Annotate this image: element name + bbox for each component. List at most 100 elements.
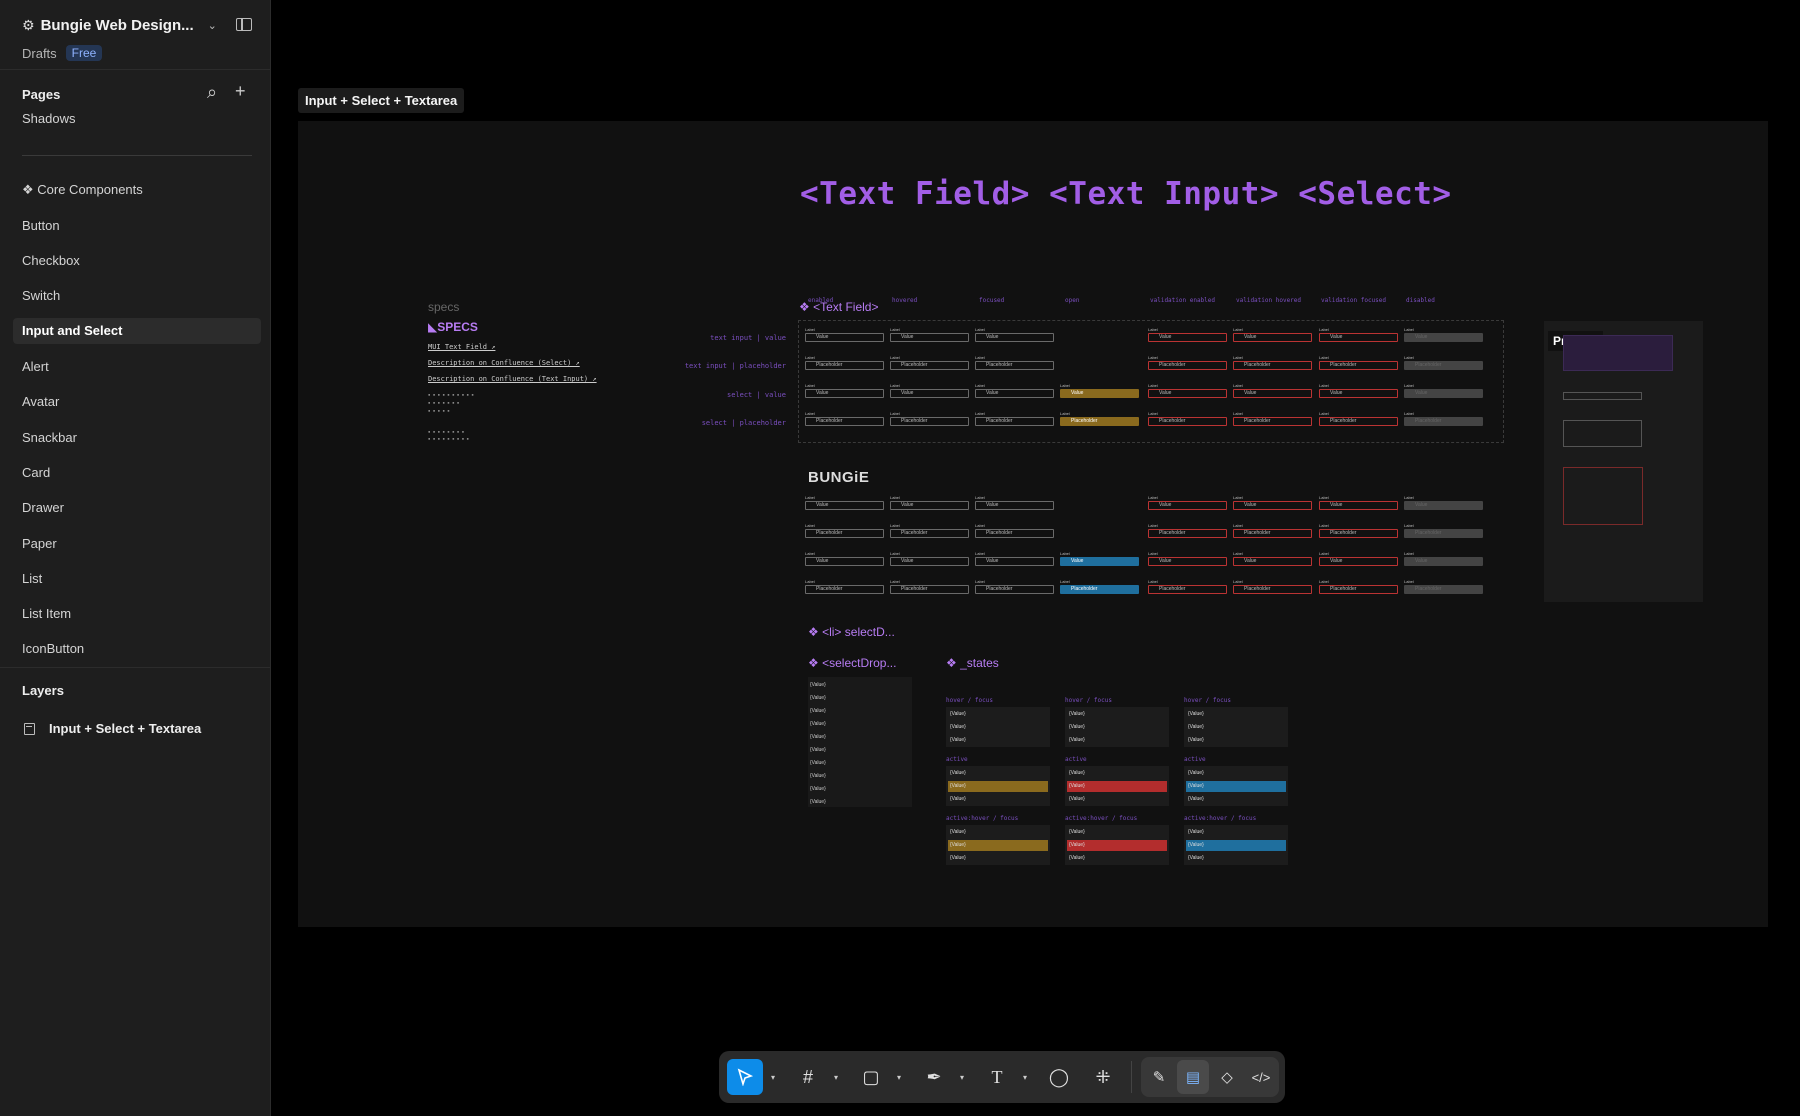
page-item-alert[interactable]: Alert xyxy=(13,354,261,380)
dropdown-item[interactable]: {Value} xyxy=(810,799,826,805)
state-item[interactable]: {Value} xyxy=(948,709,1048,720)
frame-label[interactable]: Input + Select + Textarea xyxy=(298,88,465,113)
mini-field: Value xyxy=(1319,501,1398,510)
li-select-dropdown-title[interactable]: ❖ <li> selectD... xyxy=(808,625,895,639)
text-tool-button[interactable]: T xyxy=(979,1059,1015,1095)
mini-field-label: Label xyxy=(1319,411,1329,416)
state-item[interactable]: {Value} xyxy=(1186,827,1286,838)
state-item[interactable]: {Value} xyxy=(1067,827,1167,838)
mini-field-label: Label xyxy=(1233,523,1243,528)
page-item-input-and-select[interactable]: Input and Select xyxy=(13,318,261,344)
page-item-checkbox[interactable]: Checkbox xyxy=(13,248,261,274)
chevron-down-icon[interactable]: ▾ xyxy=(897,1073,901,1082)
page-item-button[interactable]: Button xyxy=(13,213,261,239)
page-item-paper[interactable]: Paper xyxy=(13,531,261,557)
mini-field-label: Label xyxy=(1404,523,1414,528)
state-item[interactable]: {Value} xyxy=(1067,840,1167,851)
state-item[interactable]: {Value} xyxy=(1186,794,1286,805)
dropdown-item[interactable]: {Value} xyxy=(810,695,826,701)
chevron-down-icon[interactable]: ▾ xyxy=(834,1073,838,1082)
comment-tool-button[interactable]: ◯ xyxy=(1041,1059,1077,1095)
chevron-down-icon[interactable]: ⌄ xyxy=(208,19,217,32)
component-mode-button[interactable]: ◇ xyxy=(1211,1060,1243,1094)
mini-field-label: Label xyxy=(975,355,985,360)
specs-link-mui[interactable]: MUI Text Field ↗ xyxy=(428,343,495,351)
state-item[interactable]: {Value} xyxy=(1067,722,1167,733)
page-item-drawer[interactable]: Drawer xyxy=(13,495,261,521)
state-item[interactable]: {Value} xyxy=(1067,768,1167,779)
dropdown-item[interactable]: {Value} xyxy=(810,708,826,714)
page-item-iconbutton[interactable]: IconButton xyxy=(13,636,261,662)
file-menu[interactable]: ⚙ Bungie Web Design... ⌄ xyxy=(22,16,248,34)
state-item[interactable]: {Value} xyxy=(948,840,1048,851)
state-item[interactable]: {Value} xyxy=(948,722,1048,733)
chevron-down-icon[interactable]: ▾ xyxy=(1023,1073,1027,1082)
state-item[interactable]: {Value} xyxy=(1186,781,1286,792)
pen-tool-button[interactable]: ✒ xyxy=(916,1059,952,1095)
dropdown-item[interactable]: {Value} xyxy=(810,760,826,766)
page-item-shadows[interactable]: Shadows xyxy=(13,106,261,132)
state-item[interactable]: {Value} xyxy=(1186,853,1286,864)
page-item-list-item[interactable]: List Item xyxy=(13,601,261,627)
state-item[interactable]: {Value} xyxy=(1067,794,1167,805)
chevron-down-icon[interactable]: ▾ xyxy=(960,1073,964,1082)
mini-field-label: Label xyxy=(1060,579,1070,584)
state-item[interactable]: {Value} xyxy=(948,827,1048,838)
state-item[interactable]: {Value} xyxy=(1067,781,1167,792)
page-item-snackbar[interactable]: Snackbar xyxy=(13,425,261,451)
states-component-title[interactable]: ❖ _states xyxy=(946,656,999,670)
design-mode-button[interactable]: ▤ xyxy=(1177,1060,1209,1094)
state-item[interactable]: {Value} xyxy=(1067,735,1167,746)
page-item-avatar[interactable]: Avatar xyxy=(13,389,261,415)
state-header: validation enabled xyxy=(1150,297,1216,304)
shape-tool-button[interactable]: ▢ xyxy=(853,1059,889,1095)
state-item[interactable]: {Value} xyxy=(948,853,1048,864)
state-item[interactable]: {Value} xyxy=(1067,853,1167,864)
mini-field-label: Label xyxy=(1404,355,1414,360)
state-item[interactable]: {Value} xyxy=(1186,709,1286,720)
drafts-link[interactable]: Drafts xyxy=(22,46,57,61)
mini-field-label: Label xyxy=(1233,579,1243,584)
mini-field: Placeholder xyxy=(1060,585,1139,594)
toggle-sidebar-icon[interactable] xyxy=(236,18,252,31)
layer-item[interactable]: Input + Select + Textarea xyxy=(24,721,201,736)
file-header: ⚙ Bungie Web Design... ⌄ Drafts Free xyxy=(0,0,270,70)
add-page-icon[interactable]: + xyxy=(235,81,246,102)
state-group-label: active:hover / focus xyxy=(1065,815,1138,822)
select-dropdown-title[interactable]: ❖ <selectDrop... xyxy=(808,656,896,670)
mini-field: Value xyxy=(1233,389,1312,398)
mini-field-label: Label xyxy=(1148,327,1158,332)
state-item[interactable]: {Value} xyxy=(1186,722,1286,733)
move-tool-button[interactable] xyxy=(727,1059,763,1095)
preview-input xyxy=(1563,392,1642,400)
dropdown-item[interactable]: {Value} xyxy=(810,721,826,727)
state-item[interactable]: {Value} xyxy=(948,781,1048,792)
state-item[interactable]: {Value} xyxy=(1186,768,1286,779)
mini-field: Placeholder xyxy=(890,361,969,370)
mini-field: Value xyxy=(1060,557,1139,566)
dropdown-item[interactable]: {Value} xyxy=(810,682,826,688)
state-item[interactable]: {Value} xyxy=(1186,735,1286,746)
state-item[interactable]: {Value} xyxy=(948,768,1048,779)
dropdown-item[interactable]: {Value} xyxy=(810,734,826,740)
chevron-down-icon[interactable]: ▾ xyxy=(771,1073,775,1082)
page-item-card[interactable]: Card xyxy=(13,460,261,486)
search-icon[interactable]: ⌕ xyxy=(207,82,217,103)
dropdown-item[interactable]: {Value} xyxy=(810,773,826,779)
specs-link-select[interactable]: Description on Confluence (Select) ↗ xyxy=(428,359,580,367)
page-item-list[interactable]: List xyxy=(13,566,261,592)
text-icon: T xyxy=(991,1066,1003,1087)
state-item[interactable]: {Value} xyxy=(948,794,1048,805)
frame-tool-button[interactable]: # xyxy=(790,1059,826,1095)
actions-tool-button[interactable]: ⁜ xyxy=(1085,1059,1121,1095)
dropdown-item[interactable]: {Value} xyxy=(810,747,826,753)
state-item[interactable]: {Value} xyxy=(1067,709,1167,720)
dropdown-item[interactable]: {Value} xyxy=(810,786,826,792)
dev-mode-button[interactable]: </> xyxy=(1245,1060,1277,1094)
state-item[interactable]: {Value} xyxy=(1186,840,1286,851)
specs-link-text-input[interactable]: Description on Confluence (Text Input) ↗ xyxy=(428,375,597,383)
page-item-switch[interactable]: Switch xyxy=(13,283,261,309)
state-item[interactable]: {Value} xyxy=(948,735,1048,746)
draw-mode-button[interactable]: ✎ xyxy=(1143,1060,1175,1094)
page-item-core-components[interactable]: ❖ Core Components xyxy=(13,177,261,203)
